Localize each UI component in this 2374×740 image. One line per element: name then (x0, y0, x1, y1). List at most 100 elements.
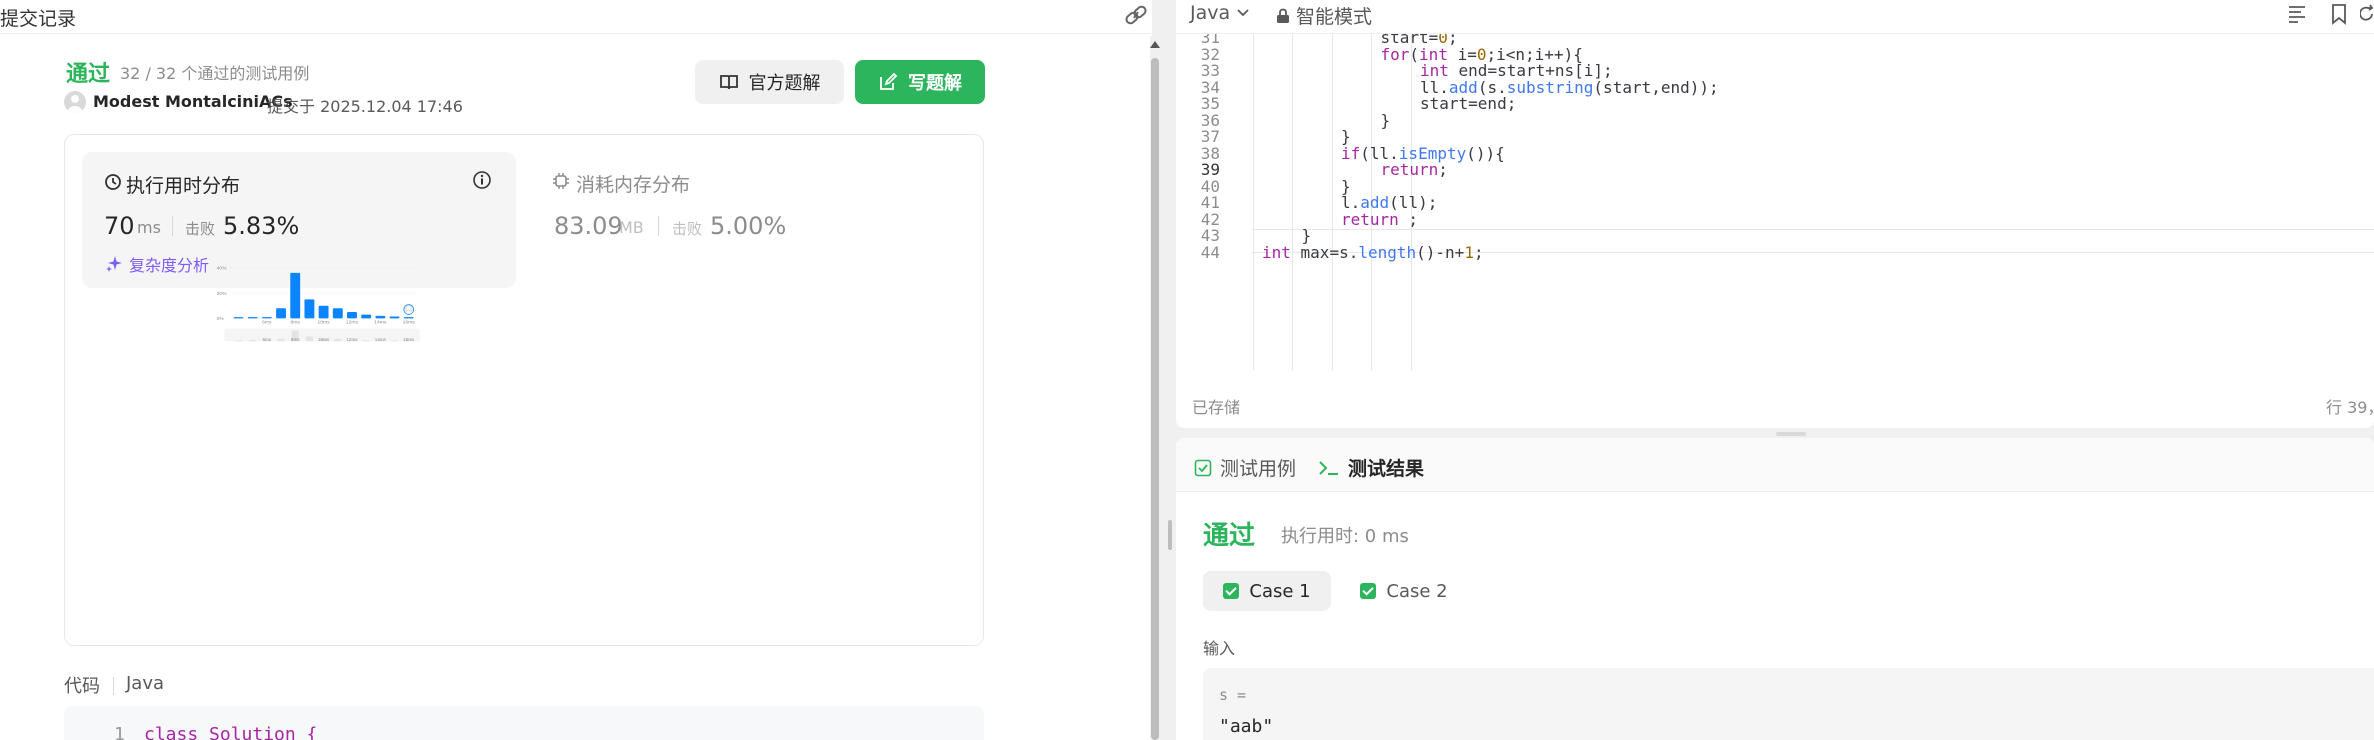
divider (172, 216, 173, 236)
info-icon[interactable] (472, 170, 492, 190)
tab-testcase[interactable]: 测试用例 (1194, 454, 1296, 481)
complexity-analysis-link[interactable]: 复杂度分析 (105, 252, 209, 276)
testcase-count: 32 / 32 个通过的测试用例 (120, 64, 310, 83)
language-select-label: Java (1190, 2, 1231, 24)
overview-bar (391, 340, 399, 342)
link-icon[interactable] (1122, 2, 1150, 28)
code-section-label: 代码 (64, 676, 100, 697)
case-tab-2[interactable]: Case 2 (1349, 571, 1459, 611)
sparkle-icon (106, 256, 122, 272)
input-variable: s = (1219, 686, 1247, 704)
memory-beats-label: 击败 (672, 220, 703, 238)
official-solution-label: 官方题解 (748, 73, 821, 94)
tab-test-result-label: 测试结果 (1348, 458, 1425, 480)
tab-test-result[interactable]: 测试结果 (1318, 454, 1424, 481)
input-label: 输入 (1203, 639, 1236, 658)
histogram-bar[interactable] (332, 308, 343, 319)
complexity-analysis-label: 复杂度分析 (129, 256, 210, 275)
runtime-beats-value: 5.83% (223, 212, 300, 240)
histogram-bar[interactable] (304, 299, 315, 319)
language-select[interactable]: Java (1190, 2, 1250, 24)
histogram-bar[interactable] (403, 317, 414, 319)
code-line: class Solution { (144, 724, 318, 740)
overview-tick-label: 12ms (346, 337, 358, 342)
case-tab-1[interactable]: Case 1 (1203, 571, 1331, 611)
list-icon[interactable] (2286, 3, 2308, 25)
vertical-resize-handle[interactable] (1776, 432, 1806, 436)
x-tick-label: 10ms (318, 320, 331, 326)
x-tick-label: 12ms (346, 320, 359, 326)
code-line[interactable]: 44 int max=s.length()-n+1; (1176, 240, 2374, 265)
overview-tick-label: 14ms (375, 337, 387, 342)
refresh-icon[interactable] (2360, 3, 2374, 25)
x-tick-label: 6ms (262, 320, 272, 326)
runtime-unit: ms (137, 218, 161, 237)
histogram-bar[interactable] (375, 315, 386, 319)
submission-status: 通过 (66, 62, 111, 87)
y-tick-label: 0% (217, 316, 225, 322)
memory-beats-value: 5.00% (710, 212, 787, 240)
clock-icon (105, 174, 121, 190)
code-area[interactable]: 31 start=0; 32 for(int i=0;i<n;i++){33 int e… (1176, 34, 2374, 370)
histogram-bar[interactable] (347, 312, 357, 319)
drag-handle[interactable] (1168, 520, 1172, 550)
memory-distribution-tab[interactable]: 消耗内存分布 (576, 170, 690, 197)
overview-tick-label: 16ms (403, 337, 415, 342)
case-tab-label: Case 2 (1386, 580, 1448, 602)
y-tick-label: 40% (217, 266, 227, 272)
y-tick-label: 20% (217, 291, 227, 297)
divider (658, 216, 659, 236)
check-icon (1360, 583, 1377, 599)
x-tick-label: 14ms (374, 320, 387, 326)
avatar-head (406, 306, 411, 310)
x-tick-label: 8ms (291, 320, 301, 326)
write-solution-button[interactable]: 写题解 (855, 60, 985, 104)
lock-icon (1277, 8, 1289, 23)
runtime-title: 执行用时分布 (126, 175, 241, 197)
scroll-thumb[interactable] (1151, 58, 1159, 740)
overview-bar (305, 336, 313, 342)
avatar[interactable] (64, 91, 86, 113)
histogram-bar[interactable] (318, 305, 329, 319)
overview-tick-label: 6ms (263, 337, 272, 342)
histogram-bar[interactable] (261, 317, 272, 319)
histogram-bar[interactable] (361, 314, 372, 319)
result-time: 执行用时: 0 ms (1281, 526, 1409, 547)
divider (113, 677, 114, 695)
bookmark-icon[interactable] (2328, 3, 2350, 25)
save-status: 已存储 (1192, 398, 1241, 417)
smart-mode-label: 智能模式 (1296, 6, 1373, 28)
user-name[interactable]: Modest MontalciniACs (93, 92, 293, 111)
book-icon (719, 75, 738, 90)
runtime-distribution-chart[interactable]: 0% 20% 40% 6ms 8ms 10ms 12ms 14ms 16ms 6ms 8ms 10ms… (80, 266, 680, 420)
overview-bar (249, 340, 257, 342)
overview-bar (334, 338, 342, 342)
result-status: 通过 (1203, 521, 1256, 551)
overview-tick-label: 10ms (318, 337, 330, 342)
runtime-beats-label: 击败 (185, 220, 216, 238)
runtime-value: 70 (104, 212, 135, 240)
histogram-bar[interactable] (389, 316, 400, 319)
overview-bar (277, 338, 285, 342)
official-solution-button[interactable]: 官方题解 (695, 60, 844, 104)
scroll-up-arrow-icon[interactable] (1148, 38, 1162, 50)
input-value: "aab" (1219, 716, 1274, 737)
histogram-bar[interactable] (276, 308, 286, 319)
x-tick-label: 16ms (403, 320, 416, 326)
input-box (1203, 668, 2374, 740)
smart-mode-toggle[interactable]: 智能模式 (1276, 2, 1372, 29)
memory-unit: MB (619, 218, 644, 237)
check-icon (1223, 583, 1240, 599)
tab-testcase-label: 测试用例 (1220, 458, 1297, 480)
terminal-icon (1319, 460, 1338, 475)
histogram-bar[interactable] (247, 317, 258, 319)
histogram-bar[interactable] (233, 317, 244, 319)
line-number: 1 (114, 724, 125, 740)
left-panel-title: 提交记录 (0, 8, 77, 30)
submitted-time: 提交于 2025.12.04 17:46 (267, 97, 463, 116)
case-tab-label: Case 1 (1249, 580, 1311, 602)
overview-tick-label: 8ms (291, 337, 300, 342)
overview-bar (234, 340, 242, 342)
histogram-bar[interactable] (290, 272, 301, 319)
code-language: Java (126, 673, 165, 694)
